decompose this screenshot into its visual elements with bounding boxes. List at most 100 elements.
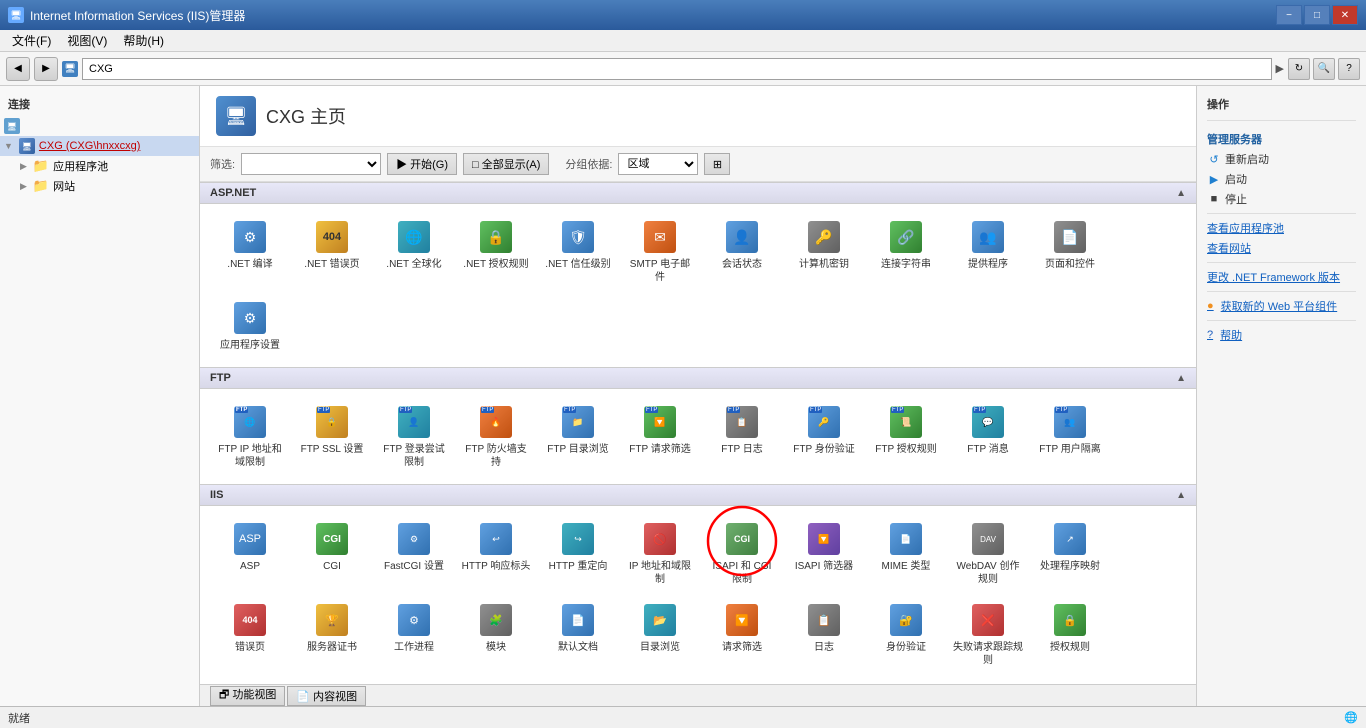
search-icon[interactable]: 🔍 (1313, 58, 1335, 80)
icon-cert[interactable]: 🏆 服务器证书 (292, 595, 372, 674)
icon-net-global[interactable]: 🌐 .NET 全球化 (374, 212, 454, 291)
net-compile-label: .NET 编译 (227, 258, 272, 271)
right-link-help[interactable]: ? 帮助 (1197, 325, 1366, 345)
icon-dir-browse[interactable]: 📂 目录浏览 (620, 595, 700, 674)
icon-http-redir[interactable]: ↪ HTTP 重定向 (538, 514, 618, 593)
back-button[interactable]: ◀ (6, 57, 30, 81)
icon-net-trust[interactable]: 🛡 .NET 信任级别 (538, 212, 618, 291)
icon-log[interactable]: 📋 日志 (784, 595, 864, 674)
icon-cgi[interactable]: CGI CGI (292, 514, 372, 593)
right-action-stop[interactable]: ■ 停止 (1197, 189, 1366, 209)
icon-webdav[interactable]: DAV WebDAV 创作规则 (948, 514, 1028, 593)
menu-view[interactable]: 视图(V) (59, 30, 115, 51)
icon-default-doc[interactable]: 📄 默认文档 (538, 595, 618, 674)
help-icon[interactable]: ? (1338, 58, 1360, 80)
content-view-button[interactable]: 📄 内容视图 (287, 686, 366, 706)
section-ftp-label: FTP (210, 372, 231, 384)
sidebar-item-apppool[interactable]: ▶ 📁 应用程序池 (0, 156, 199, 176)
function-view-button[interactable]: 🗗 功能视图 (210, 686, 285, 706)
iis-icons-grid: ASP ASP CGI CGI ⚙ FastCGI (200, 506, 1196, 684)
icon-ftp-msg[interactable]: FTP 💬 FTP 消息 (948, 397, 1028, 476)
maximize-button[interactable]: □ (1304, 5, 1330, 25)
mime-img: 📄 (888, 521, 924, 557)
ftp-perm-icon: FTP 📜 (890, 406, 922, 438)
icon-machinekey[interactable]: 🔑 计算机密钥 (784, 212, 864, 291)
icon-ftp-user[interactable]: FTP 👥 FTP 用户隔离 (1030, 397, 1110, 476)
section-aspnet-collapse[interactable]: ▲ (1176, 188, 1186, 199)
main-content-scroll: ASP.NET ▲ ⚙ .NET 编译 404 .NET 错误页 (200, 182, 1196, 684)
start-button[interactable]: ▶ 开始(G) (387, 153, 457, 175)
icon-asp[interactable]: ASP ASP (210, 514, 290, 593)
window-controls: − □ ✕ (1276, 5, 1358, 25)
right-action-restart[interactable]: ↺ 重新启动 (1197, 149, 1366, 169)
icon-output-cache[interactable]: 💾 输出缓存 (210, 676, 290, 684)
address-input[interactable] (82, 58, 1272, 80)
icon-mime[interactable]: 📄 MIME 类型 (866, 514, 946, 593)
menu-file[interactable]: 文件(F) (4, 30, 59, 51)
icon-ftp-ssl[interactable]: FTP 🔒 FTP SSL 设置 (292, 397, 372, 476)
group-select[interactable]: 区域 (618, 153, 698, 175)
icon-perm2[interactable]: 🔒 授权规则 (1030, 595, 1110, 674)
icon-ftp-dir[interactable]: FTP 📁 FTP 目录浏览 (538, 397, 618, 476)
icon-handler[interactable]: ↗ 处理程序映射 (1030, 514, 1110, 593)
icon-compress[interactable]: 🗜 压缩 (292, 676, 372, 684)
menu-help[interactable]: 帮助(H) (115, 30, 172, 51)
view-icon-button[interactable]: ⊞ (704, 153, 730, 175)
icon-worker[interactable]: ⚙ 工作进程 (374, 595, 454, 674)
icon-ftp-req[interactable]: FTP 🔽 FTP 请求筛选 (620, 397, 700, 476)
right-link-get-web[interactable]: ● 获取新的 Web 平台组件 (1197, 296, 1366, 316)
right-link-change-net[interactable]: 更改 .NET Framework 版本 (1197, 267, 1366, 287)
cgi-label: CGI (323, 560, 341, 573)
icon-ftp-login[interactable]: FTP 👤 FTP 登录尝试限制 (374, 397, 454, 476)
icon-ftp-auth[interactable]: FTP 🔑 FTP 身份验证 (784, 397, 864, 476)
right-link-view-apppool[interactable]: 查看应用程序池 (1197, 218, 1366, 238)
icon-session[interactable]: 👤 会话状态 (702, 212, 782, 291)
icon-module[interactable]: 🧩 模块 (456, 595, 536, 674)
icon-fastcgi[interactable]: ⚙ FastCGI 设置 (374, 514, 454, 593)
icon-ftp-firewall[interactable]: FTP 🔥 FTP 防火墙支持 (456, 397, 536, 476)
pagecontrols-img: 📄 (1052, 219, 1088, 255)
icon-isapi-filter[interactable]: 🔽 ISAPI 筛选器 (784, 514, 864, 593)
fail-req-img: ❌ (970, 602, 1006, 638)
filter-label: 筛选: (210, 156, 235, 172)
isapi-filter-label: ISAPI 筛选器 (795, 560, 853, 573)
icon-smtp[interactable]: ✉ SMTP 电子邮件 (620, 212, 700, 291)
icon-providers[interactable]: 👥 提供程序 (948, 212, 1028, 291)
providers-label: 提供程序 (968, 258, 1008, 271)
net-global-img: 🌐 (396, 219, 432, 255)
icon-isapi-cgi[interactable]: CGI ISAPI 和 CGI 限制 (702, 514, 782, 593)
ftp-ssl-icon: FTP 🔒 (316, 406, 348, 438)
right-action-start[interactable]: ▶ 启动 (1197, 169, 1366, 189)
refresh-icon[interactable]: ↻ (1288, 58, 1310, 80)
icon-net-auth[interactable]: 🔒 .NET 授权规则 (456, 212, 536, 291)
forward-button[interactable]: ▶ (34, 57, 58, 81)
icon-net-error[interactable]: 404 .NET 错误页 (292, 212, 372, 291)
sidebar-item-root[interactable]: ▼ 🖥 CXG (CXG\hnxxcxg) (0, 136, 199, 156)
right-link-view-sites[interactable]: 查看网站 (1197, 238, 1366, 258)
icon-pagecontrols[interactable]: 📄 页面和控件 (1030, 212, 1110, 291)
icon-ftp-ip[interactable]: FTP 🌐 FTP IP 地址和域限制 (210, 397, 290, 476)
icon-ip-domain[interactable]: 🚫 IP 地址和域限制 (620, 514, 700, 593)
module-label: 模块 (486, 641, 506, 654)
icon-req-filter[interactable]: 🔽 请求筛选 (702, 595, 782, 674)
expand-icon-sites: ▶ (20, 181, 27, 192)
icon-ftp-perm[interactable]: FTP 📜 FTP 授权规则 (866, 397, 946, 476)
minimize-button[interactable]: − (1276, 5, 1302, 25)
icon-error-page[interactable]: 404 错误页 (210, 595, 290, 674)
icon-http-resp[interactable]: ↩ HTTP 响应标头 (456, 514, 536, 593)
icon-connstr[interactable]: 🔗 连接字符串 (866, 212, 946, 291)
icon-fail-req[interactable]: ❌ 失败请求跟踪规则 (948, 595, 1028, 674)
icon-appsettings[interactable]: ⚙ 应用程序设置 (210, 293, 290, 359)
sidebar-item-sites[interactable]: ▶ 📁 网站 (0, 176, 199, 196)
icon-ftp-log[interactable]: FTP 📋 FTP 日志 (702, 397, 782, 476)
section-ftp-collapse[interactable]: ▲ (1176, 373, 1186, 384)
section-iis-collapse[interactable]: ▲ (1176, 490, 1186, 501)
fastcgi-img: ⚙ (396, 521, 432, 557)
close-button[interactable]: ✕ (1332, 5, 1358, 25)
icon-net-compile[interactable]: ⚙ .NET 编译 (210, 212, 290, 291)
net-compile-icon: ⚙ (234, 221, 266, 253)
icon-auth2[interactable]: 🔐 身份验证 (866, 595, 946, 674)
filter-select[interactable] (241, 153, 381, 175)
net-trust-img: 🛡 (560, 219, 596, 255)
show-all-button[interactable]: □ 全部显示(A) (463, 153, 549, 175)
